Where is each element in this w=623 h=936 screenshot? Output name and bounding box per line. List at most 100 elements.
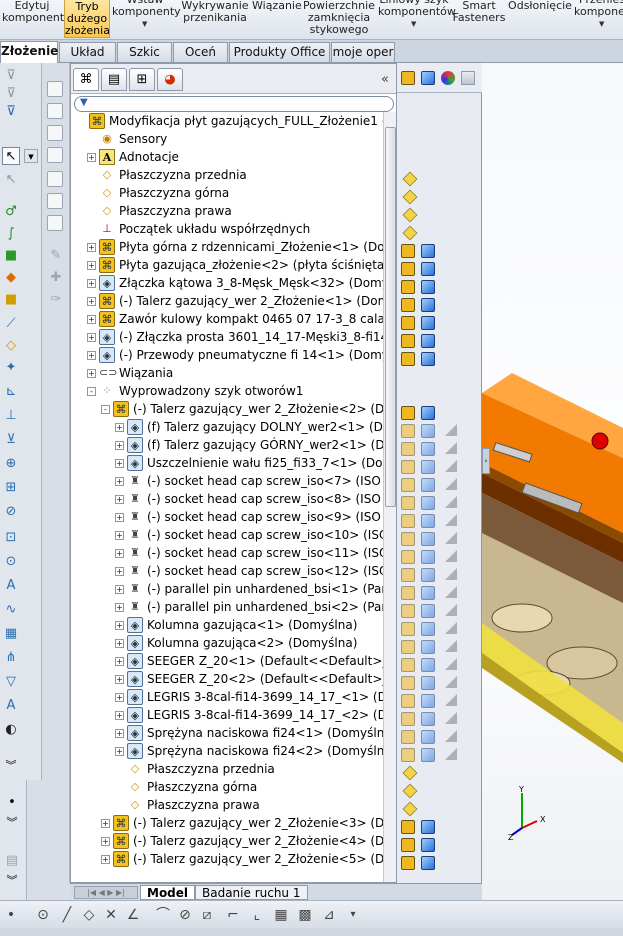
- tree-row[interactable]: ⊥ Początek układu współrzędnych: [71, 220, 383, 238]
- expand-icon[interactable]: +: [87, 369, 96, 378]
- tree-row[interactable]: +◈ SEEGER Z_20<1> (Default<<Default>_Stan: [71, 652, 383, 670]
- tree-row[interactable]: + ♜ (-) socket head cap screw_iso<8> (ISO …: [71, 490, 383, 508]
- tree-row[interactable]: + ♜ (-) parallel pin unhardened_bsi<2> (Pa…: [71, 598, 383, 616]
- tree-row[interactable]: + ⌘ (-) Talerz gazujący_wer 2_Złożenie<4> …: [71, 832, 383, 850]
- tree-row[interactable]: ◇ Płaszczyzna górna: [71, 778, 383, 796]
- hide-show-icon[interactable]: [401, 244, 415, 258]
- expand-icon[interactable]: +: [115, 459, 124, 468]
- hide-show-icon[interactable]: [401, 496, 415, 510]
- component-icon[interactable]: ⊞: [2, 479, 20, 497]
- expand-icon[interactable]: +: [115, 657, 124, 666]
- view-box-icon[interactable]: [47, 103, 63, 119]
- hide-show-icon[interactable]: [402, 207, 418, 223]
- hide-show-icon[interactable]: [401, 478, 415, 492]
- display-mode-icon[interactable]: [421, 460, 435, 474]
- tree-row[interactable]: + ♜ (-) socket head cap screw_iso<9> (ISO …: [71, 508, 383, 526]
- sphere-icon[interactable]: ◐: [2, 721, 20, 739]
- large-assembly-mode-button[interactable]: Tryb dużego złożenia: [64, 0, 110, 38]
- expand-icon[interactable]: +: [115, 585, 124, 594]
- hide-show-icon[interactable]: [401, 838, 415, 852]
- display-mode-icon[interactable]: [421, 532, 435, 546]
- table-icon[interactable]: ▦: [2, 625, 20, 643]
- appearance-icon[interactable]: [445, 748, 457, 760]
- angle-tool-icon[interactable]: ∠: [124, 906, 142, 924]
- tree-row[interactable]: ◇ Płaszczyzna przednia: [71, 166, 383, 184]
- corner-tool-icon[interactable]: ⌐: [224, 906, 242, 924]
- appearance-icon[interactable]: [445, 586, 457, 598]
- display-mode-icon[interactable]: [421, 712, 435, 726]
- tree-vertical-scrollbar[interactable]: [383, 112, 396, 882]
- expand-icon[interactable]: +: [87, 243, 96, 252]
- display-mode-icon[interactable]: [421, 244, 435, 258]
- transparency-icon[interactable]: [461, 71, 475, 85]
- collapse-panel-icon[interactable]: «: [381, 72, 389, 87]
- hide-show-icon[interactable]: [401, 622, 415, 636]
- display-mode-icon[interactable]: [421, 496, 435, 510]
- view-box-icon[interactable]: [47, 193, 63, 209]
- tree-row[interactable]: + ♜ (-) socket head cap screw_iso<10> (ISO…: [71, 526, 383, 544]
- datum-icon[interactable]: ▽: [2, 673, 20, 691]
- tree-row[interactable]: + ◈ Kolumna gazująca<1> (Domyślna): [71, 616, 383, 634]
- tree-row[interactable]: +◈ (f) Talerz gazujący GÓRNY_wer2<1> (Dom…: [71, 436, 383, 454]
- display-mode-icon[interactable]: [421, 658, 435, 672]
- selection-filter-icon[interactable]: ⊽: [2, 67, 20, 85]
- expand-icon[interactable]: +: [115, 549, 124, 558]
- tree-row[interactable]: + ⌘ Zawór kulowy kompakt 0465 07 17-3_8 ca…: [71, 310, 383, 328]
- expand-icon[interactable]: +: [115, 495, 124, 504]
- hide-show-icon[interactable]: [401, 820, 415, 834]
- expand-icon[interactable]: +: [115, 747, 124, 756]
- appearance-icon[interactable]: [445, 658, 457, 670]
- expand-icon[interactable]: +: [115, 621, 124, 630]
- axis-icon[interactable]: ⟋: [2, 315, 20, 333]
- hide-show-icon[interactable]: [401, 514, 415, 528]
- display-mode-icon[interactable]: [421, 514, 435, 528]
- tree-row[interactable]: + ⌘ (-) Talerz gazujący_wer 2_Złożenie<5> …: [71, 850, 383, 868]
- tree-row[interactable]: + ⌘ (-) Talerz gazujący_wer 2_Złożenie<3> …: [71, 814, 383, 832]
- hide-show-icon[interactable]: [401, 550, 415, 564]
- display-mode-icon[interactable]: [421, 478, 435, 492]
- tab-layout[interactable]: Układ: [59, 42, 116, 62]
- feature-icon[interactable]: ⊘: [2, 503, 20, 521]
- chevron-down-icon[interactable]: ▼: [24, 149, 38, 163]
- pattern-tool-icon[interactable]: ▦: [272, 906, 290, 924]
- hide-show-icon[interactable]: [401, 640, 415, 654]
- display-mode-icon[interactable]: [421, 316, 435, 330]
- slot-tool-icon[interactable]: ⊘: [176, 906, 194, 924]
- face-icon[interactable]: ■: [2, 247, 20, 265]
- sketch-smart-icon[interactable]: ✑: [47, 291, 65, 309]
- feature-manager-tab-icon[interactable]: ⌘: [73, 68, 99, 91]
- fillet-tool-icon[interactable]: ⌞: [248, 906, 266, 924]
- tree-row[interactable]: ⌘ Modyfikacja płyt gazujących_FULL_Złożen…: [71, 112, 383, 130]
- display-mode-icon[interactable]: [421, 640, 435, 654]
- hide-show-icon[interactable]: [401, 568, 415, 582]
- expand-icon[interactable]: +: [101, 819, 110, 828]
- interference-detection-button[interactable]: Wykrywanie przenikania: [180, 0, 250, 38]
- tree-row[interactable]: +◈ SEEGER Z_20<2> (Default<<Default>_Stan: [71, 670, 383, 688]
- tree-row[interactable]: + ⊂⊃ Wiązania: [71, 364, 383, 382]
- tree-row[interactable]: +◈ Złączka kątowa 3_8-Męsk_Męsk<32> (Domy…: [71, 274, 383, 292]
- expand-icon[interactable]: +: [87, 261, 96, 270]
- hide-show-icon[interactable]: [402, 801, 418, 817]
- expand-icon[interactable]: +: [87, 351, 96, 360]
- appearance-icon[interactable]: [445, 712, 457, 724]
- sketch-plus-icon[interactable]: ✚: [47, 269, 65, 287]
- tree-row[interactable]: + ◈ (-) Złączka prosta 3601_14_17-Męski3_8…: [71, 328, 383, 346]
- grid-tool-icon[interactable]: ▩: [296, 906, 314, 924]
- chevron-double-down-icon[interactable]: ︾: [3, 872, 21, 890]
- configuration-manager-tab-icon[interactable]: ⊞: [129, 68, 155, 91]
- tree-row[interactable]: +◈ LEGRIS 3-8cal-fi14-3699_14_17_<2> (Def…: [71, 706, 383, 724]
- sketch-pencil-icon[interactable]: ✎: [47, 247, 65, 265]
- display-mode-icon[interactable]: [421, 838, 435, 852]
- curve-icon[interactable]: ∿: [2, 601, 20, 619]
- display-mode-icon[interactable]: [421, 334, 435, 348]
- tree-row[interactable]: + ◈ (f) Talerz gazujący DOLNY_wer2<1> (Dom…: [71, 418, 383, 436]
- hide-show-icon[interactable]: [401, 406, 415, 420]
- dimension-icon[interactable]: ⊥: [2, 407, 20, 425]
- offset-tool-icon[interactable]: ⧄: [198, 906, 216, 924]
- expand-icon[interactable]: +: [115, 675, 124, 684]
- expand-icon[interactable]: +: [87, 315, 96, 324]
- circle-tool-icon[interactable]: ⊙: [34, 906, 52, 924]
- expand-icon[interactable]: +: [115, 729, 124, 738]
- display-mode-icon[interactable]: [421, 262, 435, 276]
- hide-show-icon[interactable]: [401, 424, 415, 438]
